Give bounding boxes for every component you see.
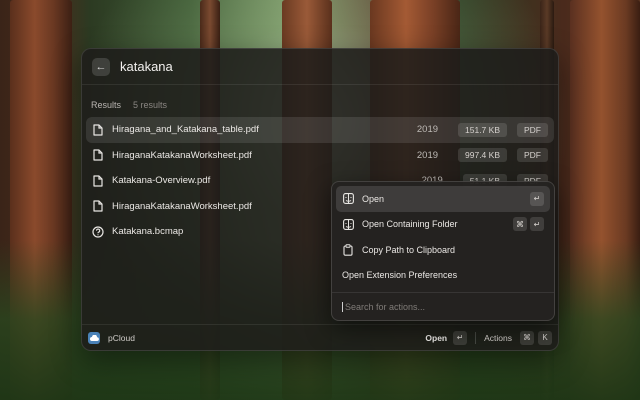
result-year: 2019 <box>416 124 439 136</box>
document-icon <box>92 174 104 188</box>
result-year: 2019 <box>416 149 439 161</box>
result-size-tag: 151.7 KB <box>458 122 507 137</box>
result-type-tag: PDF <box>517 122 548 137</box>
result-row[interactable]: Hiragana_and_Katakana_table.pdf 2019 151.7… <box>86 117 554 143</box>
document-icon <box>92 148 104 162</box>
finder-icon <box>342 218 354 230</box>
action-panel: Open ↵ Open Containing Folder ⌘ ↵ Copy Path t… <box>331 181 555 321</box>
question-icon <box>92 225 104 239</box>
action-label: Open Containing Folder <box>362 219 458 230</box>
clipboard-icon <box>342 244 354 256</box>
action-item[interactable]: Open Extension Preferences <box>336 263 550 289</box>
primary-action-button[interactable]: Open <box>425 333 447 343</box>
action-list: Open ↵ Open Containing Folder ⌘ ↵ Copy Path t… <box>332 182 554 292</box>
result-name: Hiragana_and_Katakana_table.pdf <box>112 124 259 136</box>
footer-bar: pCloud Open ↵ Actions ⌘ K <box>82 324 558 350</box>
shortcut-key-icon: ↵ <box>530 191 544 206</box>
section-header: Results 5 results <box>82 93 558 117</box>
result-type-tag: PDF <box>517 148 548 163</box>
search-bar: ← katakana <box>82 49 558 85</box>
action-label: Copy Path to Clipboard <box>362 244 456 255</box>
finder-icon <box>342 193 354 205</box>
action-item[interactable]: Open Containing Folder ⌘ ↵ <box>336 212 550 238</box>
section-title: Results <box>91 100 122 110</box>
shortcut-key-icon: ↵ <box>530 217 544 232</box>
actions-label: Actions <box>484 332 512 343</box>
return-key-icon: ↵ <box>453 330 468 345</box>
action-item[interactable]: Copy Path to Clipboard <box>336 237 550 263</box>
action-label: Open Extension Preferences <box>342 270 458 281</box>
document-icon <box>92 123 104 137</box>
action-search <box>332 292 554 320</box>
shortcut-key-icon: ⌘ <box>513 217 527 232</box>
section-count: 5 results <box>133 100 168 110</box>
shortcut-keys: ↵ <box>530 191 544 206</box>
result-size-tag: 997.4 KB <box>458 148 507 163</box>
action-label: Open <box>362 193 385 204</box>
k-key-icon: K <box>538 330 552 345</box>
result-name: HiraganaKatakanaWorksheet.pdf <box>112 149 252 161</box>
action-item[interactable]: Open ↵ <box>336 186 550 212</box>
footer-divider <box>475 331 477 344</box>
extension-name: pCloud <box>108 332 135 343</box>
shortcut-keys: ⌘ ↵ <box>513 217 544 232</box>
actions-button[interactable]: Actions ⌘ K <box>484 330 552 345</box>
command-key-icon: ⌘ <box>520 330 534 345</box>
arrow-left-icon: ← <box>95 60 107 73</box>
action-search-input[interactable] <box>342 301 544 312</box>
cloud-icon <box>88 331 100 344</box>
search-input[interactable]: katakana <box>120 59 173 74</box>
result-row[interactable]: HiraganaKatakanaWorksheet.pdf 2019 997.4 K… <box>86 143 554 169</box>
back-button[interactable]: ← <box>92 57 110 76</box>
document-icon <box>92 199 104 213</box>
